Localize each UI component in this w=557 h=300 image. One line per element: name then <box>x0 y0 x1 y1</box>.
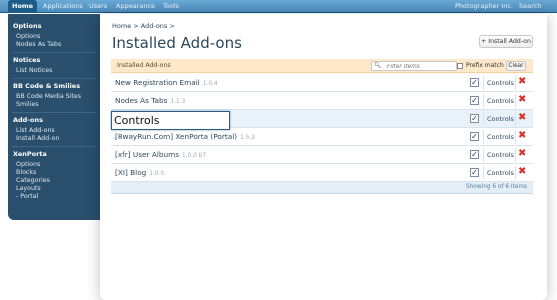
clear-filter-button[interactable]: Clear <box>506 61 526 71</box>
delete-icon[interactable]: ✖ <box>518 76 526 87</box>
delete-icon[interactable]: ✖ <box>518 112 526 123</box>
add-on-title[interactable]: [XI] Blog 1.0.0 <box>115 168 164 177</box>
list-item[interactable]: Nodes As Tabs 1.1.3 ✓ Controls ✖ <box>111 92 533 110</box>
sidebar-heading-notices[interactable]: Notices <box>13 56 40 64</box>
add-on-title[interactable]: [xfr] User Albums 1.0.0 b7 <box>115 150 206 159</box>
sidebar: Options Options Nodes As Tabs Notices Li… <box>8 14 100 220</box>
top-nav-bar: Home Applications Users Appearance Tools… <box>0 0 557 13</box>
list-footer: Showing 6 of 6 items <box>111 182 533 194</box>
prefix-match-checkbox[interactable] <box>457 63 463 69</box>
sidebar-item-list-add-ons[interactable]: List Add-ons <box>16 127 55 134</box>
list-item[interactable]: [XI] Blog 1.0.0 ✓ Controls ✖ <box>111 164 533 182</box>
sidebar-item-install-add-on[interactable]: Install Add-on <box>16 135 59 142</box>
enable-checkbox[interactable]: ✓ <box>470 96 479 105</box>
add-on-title[interactable]: Nodes As Tabs 1.1.3 <box>115 96 185 105</box>
add-on-version: 1.0.4 <box>202 81 218 87</box>
page-title: Installed Add-ons <box>112 34 242 52</box>
delete-icon[interactable]: ✖ <box>518 148 526 159</box>
add-on-version: 1.0.0 <box>149 171 165 177</box>
list-item[interactable]: [8wayRun.Com] XenPorta (Portal) 1.5.3 ✓ C… <box>111 128 533 146</box>
add-on-title[interactable]: New Registration Email 1.0.4 <box>115 78 218 87</box>
enable-checkbox[interactable]: ✓ <box>470 150 479 159</box>
sidebar-divider <box>12 146 96 147</box>
sidebar-divider <box>12 112 96 113</box>
row-divider <box>515 148 516 162</box>
tab-home[interactable]: Home <box>8 0 38 13</box>
add-on-title[interactable]: [8wayRun.Com] XenPorta (Portal) 1.5.3 <box>115 132 255 141</box>
tooltip-text: Controls <box>114 114 160 127</box>
breadcrumb[interactable]: Home > Add-ons > <box>112 22 175 30</box>
enable-checkbox[interactable]: ✓ <box>470 78 479 87</box>
sidebar-item-list-notices[interactable]: List Notices <box>16 67 52 74</box>
enable-checkbox[interactable]: ✓ <box>470 132 479 141</box>
delete-icon[interactable]: ✖ <box>518 130 526 141</box>
sidebar-item-layouts[interactable]: Layouts <box>16 185 41 192</box>
sidebar-heading-options[interactable]: Options <box>13 22 41 30</box>
sidebar-item-categories[interactable]: Categories <box>16 177 50 184</box>
delete-icon[interactable]: ✖ <box>518 94 526 105</box>
row-divider <box>483 112 484 126</box>
sidebar-item-options[interactable]: Options <box>16 33 40 40</box>
row-divider <box>515 166 516 180</box>
sidebar-heading-bb-code-smilies[interactable]: BB Code & Smilies <box>13 82 80 90</box>
list-header-label: Installed Add-ons <box>117 62 171 69</box>
main-content-panel: Home > Add-ons > Installed Add-ons + Ins… <box>100 14 547 300</box>
sidebar-item-portal[interactable]: - Portal <box>16 193 38 200</box>
tab-tools[interactable]: Tools <box>159 0 183 13</box>
row-divider <box>483 94 484 108</box>
filter-input[interactable] <box>387 63 455 70</box>
delete-icon[interactable]: ✖ <box>518 166 526 177</box>
search-link[interactable]: Search <box>515 0 545 13</box>
site-name-link[interactable]: Photographer Inc. <box>451 0 517 13</box>
add-on-version: 1.5.3 <box>240 135 255 141</box>
tab-applications[interactable]: Applications <box>39 0 87 13</box>
row-divider <box>483 166 484 180</box>
add-on-version: 1.0.0 b7 <box>182 153 207 159</box>
controls-link[interactable]: Controls <box>487 151 514 159</box>
sidebar-item-nodes-as-tabs[interactable]: Nodes As Tabs <box>16 41 61 48</box>
enable-checkbox[interactable]: ✓ <box>470 114 479 123</box>
items-count: Showing 6 of 6 items <box>465 184 527 190</box>
row-divider <box>515 76 516 90</box>
row-divider <box>483 76 484 90</box>
controls-link[interactable]: Controls <box>487 79 514 87</box>
row-divider <box>515 94 516 108</box>
search-icon: 🔍︎ <box>374 62 382 69</box>
row-divider <box>515 112 516 126</box>
row-divider <box>483 148 484 162</box>
controls-link[interactable]: Controls <box>487 133 514 141</box>
controls-link[interactable]: Controls <box>487 169 514 177</box>
list-header: Installed Add-ons 🔍︎ Prefix match Clear <box>111 59 533 73</box>
prefix-match-label: Prefix match <box>466 62 504 69</box>
controls-tooltip: Controls <box>111 111 230 130</box>
filter-box[interactable]: 🔍︎ <box>371 61 457 71</box>
sidebar-divider <box>12 78 96 79</box>
tab-appearance[interactable]: Appearance <box>112 0 159 13</box>
sidebar-item-blocks[interactable]: Blocks <box>16 169 36 176</box>
sidebar-heading-xenporta[interactable]: XenPorta <box>13 150 47 158</box>
tab-users[interactable]: Users <box>85 0 111 13</box>
install-add-on-button[interactable]: + Install Add-on <box>479 35 533 48</box>
sidebar-item-smilies[interactable]: Smilies <box>16 101 39 108</box>
row-divider <box>515 130 516 144</box>
controls-link[interactable]: Controls <box>487 115 514 123</box>
sidebar-divider <box>12 52 96 53</box>
controls-link[interactable]: Controls <box>487 97 514 105</box>
row-divider <box>483 130 484 144</box>
enable-checkbox[interactable]: ✓ <box>470 168 479 177</box>
list-item[interactable]: [xfr] User Albums 1.0.0 b7 ✓ Controls ✖ <box>111 146 533 164</box>
list-item[interactable]: New Registration Email 1.0.4 ✓ Controls ✖ <box>111 74 533 92</box>
sidebar-item-xenporta-options[interactable]: Options <box>16 161 40 168</box>
sidebar-item-bb-code-media-sites[interactable]: BB Code Media Sites <box>16 93 81 100</box>
add-on-version: 1.1.3 <box>170 99 186 105</box>
sidebar-heading-add-ons[interactable]: Add-ons <box>13 116 43 124</box>
